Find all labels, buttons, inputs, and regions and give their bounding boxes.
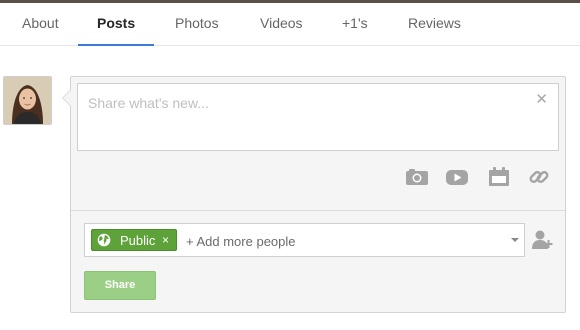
tab-about[interactable]: About	[22, 3, 59, 45]
tab-plusones[interactable]: +1's	[342, 3, 368, 45]
tab-videos[interactable]: Videos	[260, 3, 303, 45]
calendar-icon[interactable]	[487, 167, 511, 187]
tab-posts[interactable]: Posts	[77, 3, 155, 46]
audience-field[interactable]: Public × + Add more people	[84, 223, 525, 257]
post-textbox[interactable]: Share what's new... ✕	[77, 83, 559, 151]
video-icon[interactable]	[445, 167, 469, 187]
avatar[interactable]	[3, 76, 52, 125]
share-box: Share what's new... ✕ Public × + Add mor…	[62, 76, 566, 313]
divider	[71, 210, 565, 211]
remove-chip-icon[interactable]: ×	[162, 233, 169, 247]
add-person-icon[interactable]	[532, 229, 554, 256]
link-icon[interactable]	[527, 167, 551, 187]
share-button[interactable]: Share	[84, 271, 156, 300]
avatar-image	[4, 77, 51, 124]
profile-tabs: About Posts Photos Videos +1's Reviews	[0, 3, 580, 46]
chevron-down-icon[interactable]	[511, 238, 519, 242]
chip-label: Public	[120, 233, 156, 248]
tab-photos[interactable]: Photos	[175, 3, 219, 45]
globe-icon	[97, 233, 111, 252]
close-icon[interactable]: ✕	[535, 92, 548, 108]
tab-reviews[interactable]: Reviews	[408, 3, 461, 45]
add-more-people-input[interactable]: + Add more people	[186, 234, 296, 249]
camera-icon[interactable]	[405, 167, 429, 187]
post-placeholder: Share what's new...	[88, 95, 209, 111]
public-chip[interactable]: Public ×	[91, 229, 177, 251]
